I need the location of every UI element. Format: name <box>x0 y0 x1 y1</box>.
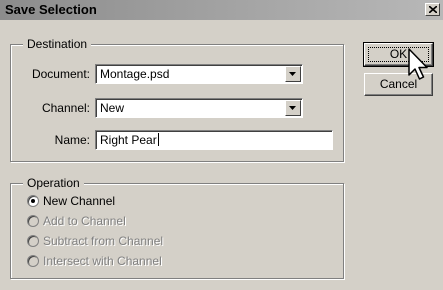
destination-legend: Destination <box>23 37 92 51</box>
chevron-down-icon <box>289 106 296 110</box>
name-input[interactable]: Right Pear <box>95 130 333 150</box>
name-label: Name: <box>54 133 90 147</box>
document-dropdown[interactable]: Montage.psd <box>95 64 303 84</box>
radio-selected-dot <box>31 199 35 203</box>
channel-value: New <box>100 101 125 115</box>
name-value: Right Pear <box>100 133 157 147</box>
radio-button[interactable] <box>27 215 39 227</box>
text-caret <box>157 133 159 146</box>
operation-legend: Operation <box>23 176 84 190</box>
chevron-down-icon <box>289 72 296 76</box>
radio-label: Subtract from Channel <box>43 234 164 248</box>
document-dropdown-button[interactable] <box>285 66 301 82</box>
radio-label: Intersect with Channel <box>43 254 162 268</box>
ok-button-label: OK <box>389 47 408 61</box>
close-button[interactable] <box>425 3 440 16</box>
radio-label: New Channel <box>43 194 116 208</box>
channel-dropdown-button[interactable] <box>285 100 301 116</box>
close-icon <box>429 6 437 13</box>
save-selection-dialog: Save Selection Destination Document: Mon… <box>0 0 443 290</box>
mouse-pointer-icon <box>408 48 428 80</box>
document-value: Montage.psd <box>100 67 170 81</box>
radio-button[interactable] <box>27 195 39 207</box>
window-title: Save Selection <box>5 2 97 17</box>
channel-dropdown[interactable]: New <box>95 98 303 118</box>
document-label: Document: <box>31 67 90 81</box>
channel-label: Channel: <box>41 101 90 115</box>
radio-label: Add to Channel <box>43 214 126 228</box>
title-bar[interactable]: Save Selection <box>0 0 443 20</box>
radio-button[interactable] <box>27 255 39 267</box>
radio-button[interactable] <box>27 235 39 247</box>
